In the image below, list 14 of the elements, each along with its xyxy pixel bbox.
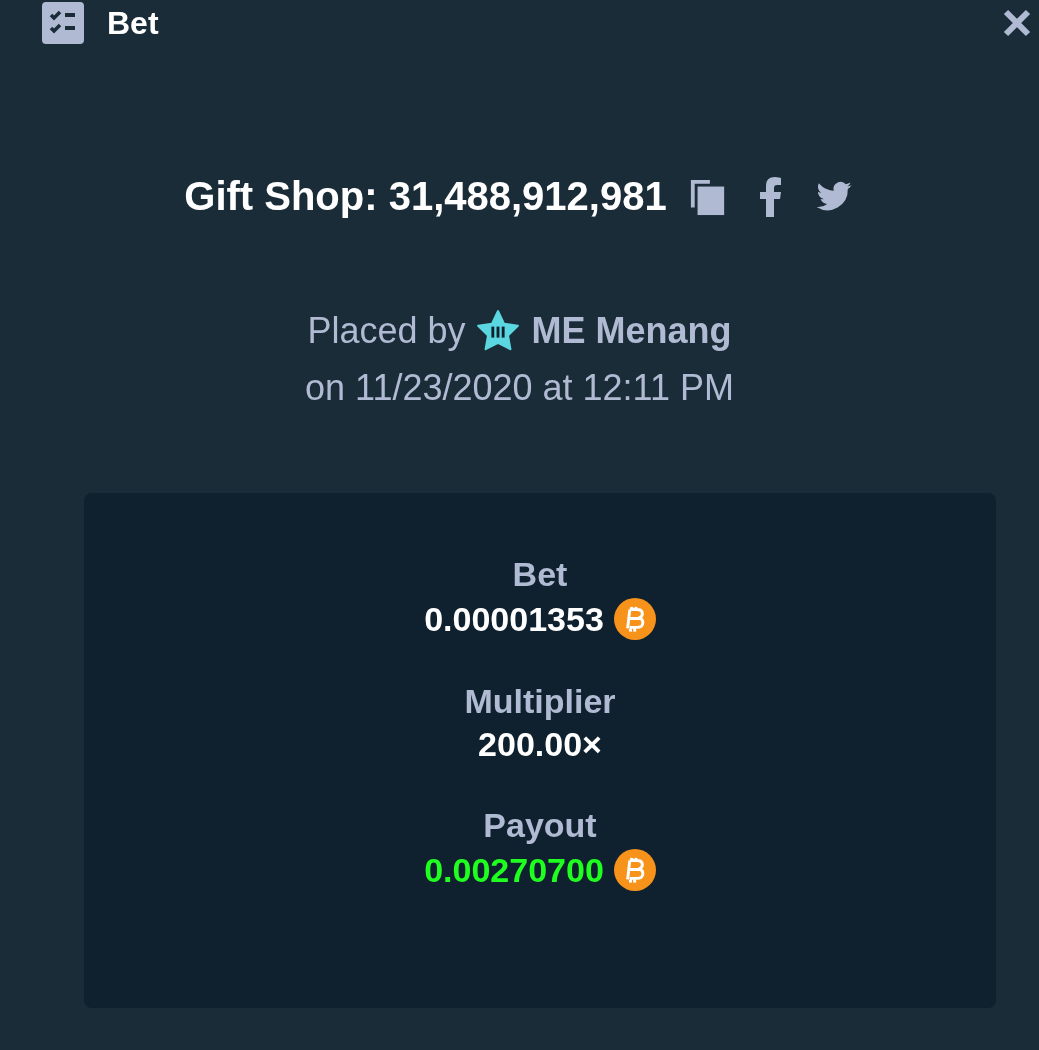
- bet-date: on 11/23/2020 at 12:11 PM: [304, 367, 735, 409]
- facebook-icon[interactable]: [758, 176, 783, 217]
- stat-label: Bet: [512, 555, 568, 594]
- stat-value: 0.00270700: [424, 850, 604, 890]
- star-icon: [475, 309, 520, 353]
- placed-by-label: Placed by: [307, 310, 466, 352]
- stat-label: Payout: [483, 806, 597, 845]
- dialog-title: Bet: [107, 4, 159, 42]
- username-link[interactable]: ME Menang: [531, 310, 732, 352]
- game-title: Gift Shop: 31,488,912,981: [184, 174, 667, 219]
- stat-label: Multiplier: [464, 682, 616, 721]
- stat-value: 0.00001353: [424, 599, 604, 639]
- close-icon[interactable]: [1002, 8, 1032, 38]
- stat-value: 200.00×: [478, 725, 602, 764]
